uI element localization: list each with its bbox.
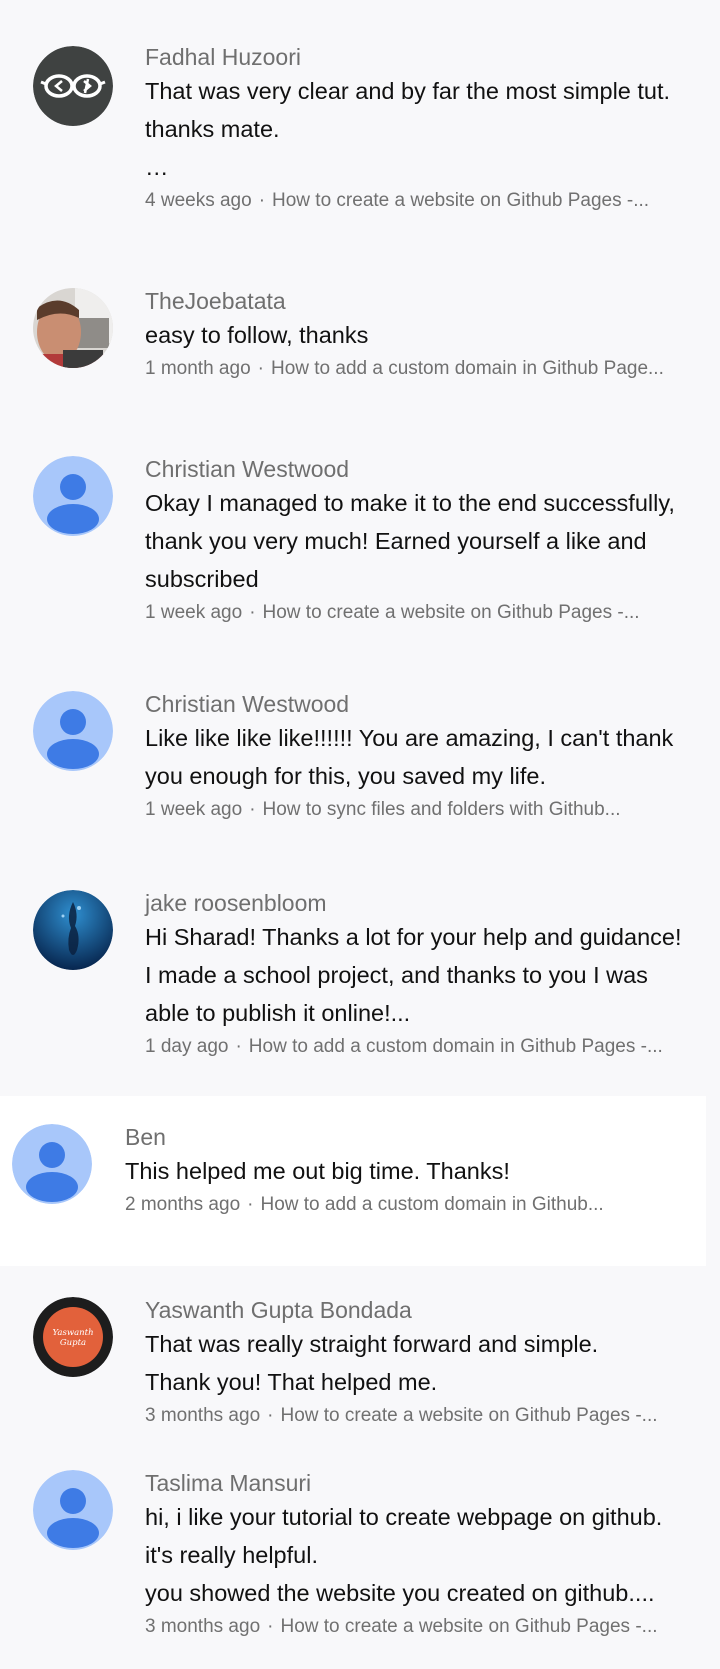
- comment-text-line: hi, i like your tutorial to create webpa…: [145, 1504, 663, 1530]
- meta-separator: ·: [249, 799, 256, 820]
- comment-text: This helped me out big time. Thanks!: [125, 1152, 645, 1190]
- video-title-link[interactable]: How to create a website on Github Pages …: [272, 190, 649, 211]
- comment-text-line: Hi Sharad! Thanks a lot for your help an…: [145, 924, 682, 950]
- comment-author[interactable]: Christian Westwood: [145, 689, 702, 719]
- comment-text-line: thank you very much! Earned yourself a l…: [145, 528, 647, 554]
- meta-separator: ·: [267, 1405, 274, 1426]
- video-title-link[interactable]: How to create a website on Github Pages …: [280, 1616, 657, 1637]
- comment-text-line: Like like like like!!!!!! You are amazin…: [145, 725, 674, 751]
- avatar[interactable]: [33, 288, 113, 368]
- comment-author[interactable]: TheJoebatata: [145, 286, 702, 316]
- default-person-avatar-image: [33, 456, 113, 536]
- comment-text: hi, i like your tutorial to create webpa…: [145, 1498, 702, 1612]
- logo-avatar-image: YaswanthGupta: [33, 1297, 113, 1377]
- comment-author[interactable]: Ben: [125, 1122, 645, 1152]
- comment-text-line: easy to follow, thanks: [145, 322, 369, 348]
- meta-separator: ·: [235, 1036, 242, 1057]
- underwater-avatar-image: [33, 890, 113, 970]
- comment-text: That was really straight forward and sim…: [145, 1325, 702, 1401]
- comment-text-line: you showed the website you created on gi…: [145, 1580, 655, 1606]
- video-title-link[interactable]: How to add a custom domain in Github Pag…: [271, 358, 664, 379]
- comment-author[interactable]: Fadhal Huzoori: [145, 42, 700, 72]
- default-person-avatar-image: [12, 1124, 92, 1204]
- comment-text-line: …: [145, 154, 169, 180]
- avatar[interactable]: [33, 691, 113, 771]
- default-person-avatar-image: [33, 691, 113, 771]
- video-title-link[interactable]: How to create a website on Github Pages …: [263, 602, 640, 623]
- comment-text-line: thanks mate.: [145, 116, 280, 142]
- comment-timestamp: 3 months ago: [145, 1405, 261, 1426]
- svg-text:Yaswanth: Yaswanth: [52, 1328, 93, 1338]
- comment-author[interactable]: Christian Westwood: [145, 454, 702, 484]
- video-title-link[interactable]: How to sync files and folders with Githu…: [263, 799, 621, 820]
- comment-text: Hi Sharad! Thanks a lot for your help an…: [145, 918, 702, 1032]
- avatar[interactable]: [33, 890, 113, 970]
- avatar[interactable]: [12, 1124, 92, 1204]
- svg-text:Gupta: Gupta: [60, 1338, 86, 1348]
- avatar[interactable]: [33, 456, 113, 536]
- comment-author[interactable]: Taslima Mansuri: [145, 1468, 702, 1498]
- photo-avatar-image: [33, 288, 113, 368]
- comment-text-line: subscribed: [145, 566, 259, 592]
- comment-text-line: I made a school project, and thanks to y…: [145, 962, 648, 988]
- comment-meta: 3 months ago · How to create a website on …: [145, 1612, 702, 1642]
- comment-text-line: That was really straight forward and sim…: [145, 1331, 599, 1357]
- comment-timestamp: 1 day ago: [145, 1036, 229, 1057]
- default-person-avatar-image: [33, 1470, 113, 1550]
- comment-text: easy to follow, thanks: [145, 316, 702, 354]
- meta-separator: ·: [257, 358, 264, 379]
- comment-timestamp: 1 month ago: [145, 358, 251, 379]
- avatar[interactable]: [33, 1470, 113, 1550]
- comment-meta: 1 day ago · How to add a custom domain in …: [145, 1032, 702, 1062]
- comment-text-line: That was very clear and by far the most …: [145, 78, 671, 104]
- comment-list: Fadhal Huzoori That was very clear and by…: [0, 0, 720, 1669]
- comment-timestamp: 1 week ago: [145, 602, 243, 623]
- comment-text-line: able to publish it online!...: [145, 1000, 411, 1026]
- video-title-link[interactable]: How to add a custom domain in Github Pag…: [249, 1036, 663, 1057]
- comment-meta: 2 months ago · How to add a custom domain …: [125, 1190, 645, 1220]
- comment-text-line: This helped me out big time. Thanks!: [125, 1158, 510, 1184]
- meta-separator: ·: [258, 190, 266, 211]
- avatar[interactable]: Yaswanth Gupta: [33, 1297, 113, 1377]
- comment-text-line: Thank you! That helped me.: [145, 1369, 438, 1395]
- meta-separator: ·: [267, 1616, 274, 1637]
- comment-meta: 3 months ago · How to create a website on …: [145, 1401, 702, 1431]
- comment-meta: 4 weeks ago · How to create a website on G…: [145, 186, 700, 216]
- comment-timestamp: 4 weeks ago: [145, 190, 252, 211]
- comment-author[interactable]: Yaswanth Gupta Bondada: [145, 1295, 702, 1325]
- comment-text-line: it's really helpful.: [145, 1542, 318, 1568]
- comment-timestamp: 2 months ago: [125, 1194, 241, 1215]
- comment-meta: 1 week ago · How to create a website on Gi…: [145, 598, 702, 628]
- comment-timestamp: 1 week ago: [145, 799, 243, 820]
- comment-meta: 1 week ago · How to sync files and folders…: [145, 795, 702, 825]
- glasses-avatar-image: [33, 46, 113, 126]
- comment-text-line: you enough for this, you saved my life.: [145, 763, 547, 789]
- comment-text-line: Okay I managed to make it to the end suc…: [145, 490, 675, 516]
- video-title-link[interactable]: How to add a custom domain in Github...: [260, 1194, 603, 1215]
- comment-text: Like like like like!!!!!! You are amazin…: [145, 719, 702, 795]
- comment-meta: 1 month ago · How to add a custom domain i…: [145, 354, 702, 384]
- comment-author[interactable]: jake roosenbloom: [145, 888, 702, 918]
- meta-separator: ·: [249, 602, 256, 623]
- comment-timestamp: 3 months ago: [145, 1616, 261, 1637]
- video-title-link[interactable]: How to create a website on Github Pages …: [280, 1405, 657, 1426]
- comment-text: Okay I managed to make it to the end suc…: [145, 484, 702, 598]
- comment-text: That was very clear and by far the most …: [145, 72, 700, 186]
- meta-separator: ·: [247, 1194, 254, 1215]
- avatar[interactable]: [33, 46, 113, 126]
